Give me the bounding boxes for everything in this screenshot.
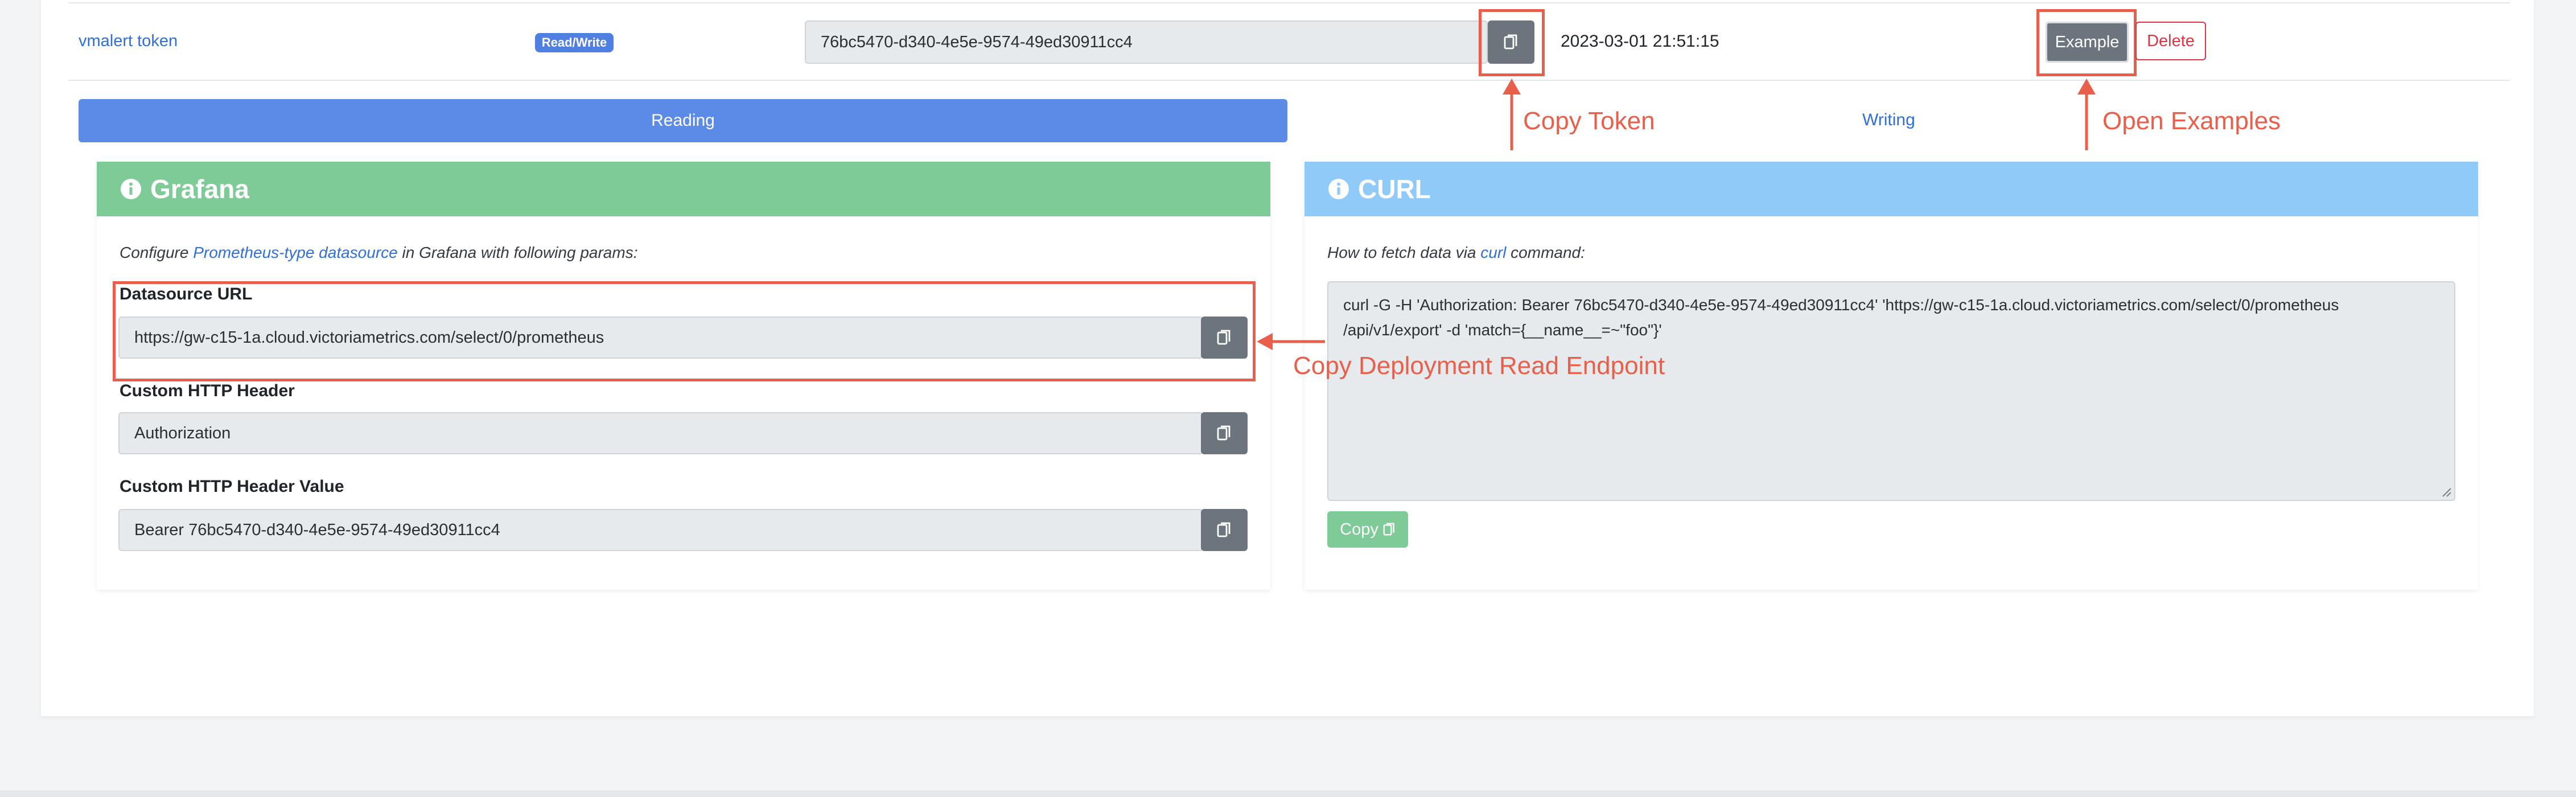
page-bottom-border bbox=[0, 790, 2576, 797]
copy-token-annotation: Copy Token bbox=[1523, 107, 1655, 135]
read-endpoint-arrowhead bbox=[1257, 333, 1273, 350]
copy-token-arrowhead bbox=[1503, 79, 1521, 95]
open-examples-annotation: Open Examples bbox=[2102, 107, 2281, 135]
read-endpoint-annotation: Copy Deployment Read Endpoint bbox=[1293, 352, 1665, 380]
open-examples-arrowhead bbox=[2077, 79, 2096, 95]
